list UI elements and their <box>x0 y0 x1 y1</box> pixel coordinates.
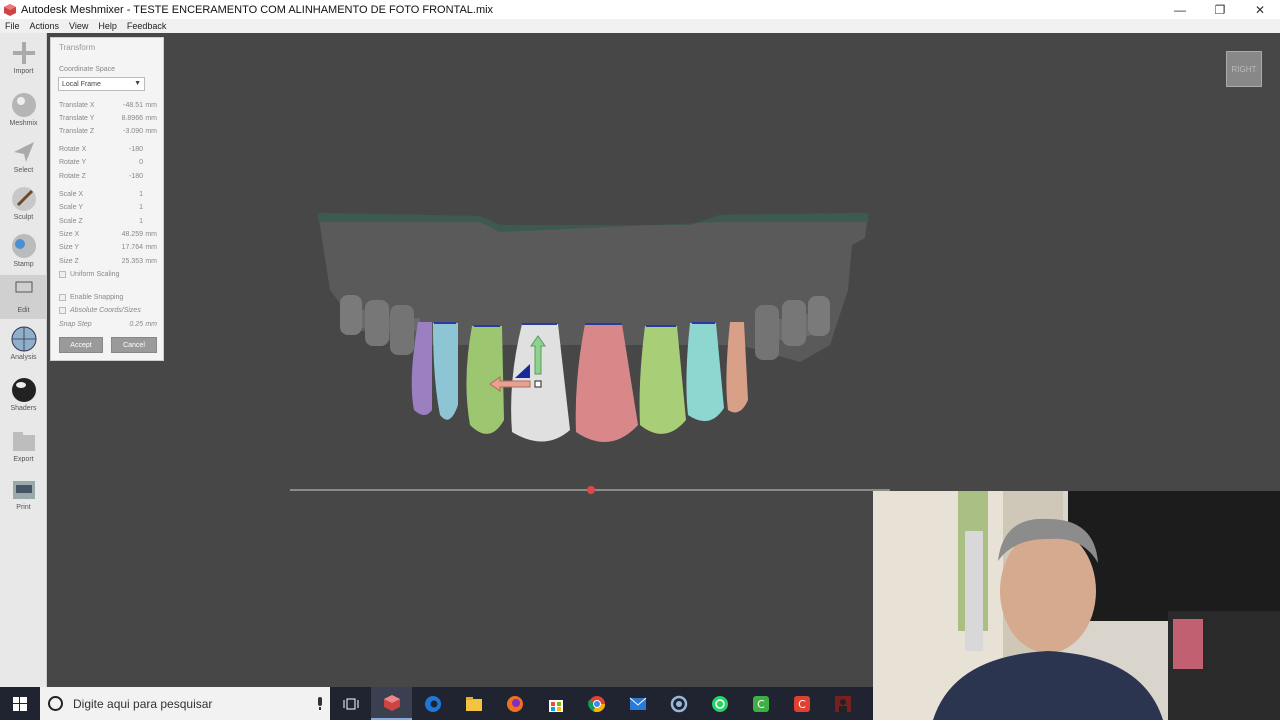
title-bar: Autodesk Meshmixer - TESTE ENCERAMENTO C… <box>0 0 1280 19</box>
field-scale-z[interactable]: Scale Z1 <box>59 216 157 226</box>
tool-import[interactable]: Import <box>0 39 47 75</box>
export-folder-icon <box>12 432 35 451</box>
pivot-dot <box>587 486 595 494</box>
window-title: Autodesk Meshmixer - TESTE ENCERAMENTO C… <box>21 3 494 16</box>
meshmixer-logo-icon <box>4 3 16 16</box>
tool-label: Stamp <box>13 261 34 268</box>
tool-export[interactable]: Export <box>0 427 47 463</box>
edge-icon[interactable] <box>412 687 453 720</box>
menu-file[interactable]: File <box>0 21 25 31</box>
analysis-globe-icon <box>11 326 36 352</box>
left-toolbar: Import Meshmix Select Sculpt Stamp Edit … <box>0 33 47 687</box>
menu-actions[interactable]: Actions <box>25 21 65 31</box>
field-rotate-z[interactable]: Rotate Z -180 <box>59 171 157 181</box>
tool-select[interactable]: Select <box>0 138 47 174</box>
svg-text:C: C <box>798 698 806 711</box>
close-button[interactable]: ✕ <box>1240 0 1280 19</box>
tool-label: Print <box>16 504 31 511</box>
print-icon <box>12 481 35 499</box>
tool-edit[interactable]: Edit <box>0 275 47 319</box>
meshmix-ball-icon <box>11 93 36 117</box>
taskbar-search[interactable]: Digite aqui para pesquisar <box>40 687 330 720</box>
tool-shaders[interactable]: Shaders <box>0 376 47 412</box>
accept-button[interactable]: Accept <box>59 337 103 353</box>
uniform-scaling-checkbox[interactable]: Uniform Scaling <box>59 269 119 279</box>
camtasia-red-icon[interactable]: C <box>781 687 822 720</box>
tool-label: Select <box>13 167 34 174</box>
menu-feedback[interactable]: Feedback <box>122 21 172 31</box>
field-rotate-x[interactable]: Rotate X -180 <box>59 144 157 154</box>
field-size-y[interactable]: Size Y 17.764 mm <box>59 242 157 252</box>
tool-label: Edit <box>17 307 30 314</box>
panel-title: Transform <box>59 43 96 52</box>
windows-logo-icon <box>13 696 27 711</box>
field-rotate-y[interactable]: Rotate Y0 <box>59 157 157 167</box>
file-explorer-icon[interactable] <box>453 687 494 720</box>
field-size-z[interactable]: Size Z 25.353 mm <box>59 256 157 266</box>
field-scale-y[interactable]: Scale Y1 <box>59 202 157 212</box>
presenter-video <box>873 491 1280 720</box>
search-placeholder: Digite aqui para pesquisar <box>73 696 213 711</box>
tool-label: Shaders <box>10 405 37 412</box>
field-scale-x[interactable]: Scale X1 <box>59 189 157 199</box>
absolute-coords-checkbox[interactable]: Absolute Coords/Sizes <box>59 305 141 315</box>
viewcube[interactable]: RIGHT <box>1226 51 1262 87</box>
meshmixer-icon[interactable] <box>371 687 412 720</box>
plus-icon <box>12 42 35 64</box>
minimize-button[interactable]: — <box>1160 0 1200 19</box>
tooth-cyan-left <box>433 323 458 420</box>
tool-stamp[interactable]: Stamp <box>0 232 47 268</box>
menu-view[interactable]: View <box>64 21 93 31</box>
app-swirl-icon[interactable] <box>658 687 699 720</box>
camtasia-green-icon[interactable]: C <box>740 687 781 720</box>
menu-bar: File Actions View Help Feedback <box>0 19 1280 33</box>
tool-sculpt[interactable]: Sculpt <box>0 185 47 221</box>
coordinate-space-select[interactable]: Local Frame ▼ <box>58 77 145 91</box>
shaders-sphere-icon <box>11 378 36 402</box>
task-view-icon[interactable] <box>330 687 371 720</box>
tool-meshmix[interactable]: Meshmix <box>0 91 47 127</box>
tool-label: Sculpt <box>13 214 34 221</box>
webcam-app-icon[interactable] <box>822 687 863 720</box>
field-size-x[interactable]: Size X 48.259 mm <box>59 229 157 239</box>
field-translate-y[interactable]: Translate Y 8.8966 mm <box>59 113 157 123</box>
store-icon[interactable] <box>535 687 576 720</box>
field-translate-x[interactable]: Translate X -48.51 mm <box>59 100 157 110</box>
start-button[interactable] <box>0 687 40 720</box>
dropdown-arrow-icon: ▼ <box>134 80 141 87</box>
tool-analysis[interactable]: Analysis <box>0 325 47 361</box>
tool-label: Analysis <box>10 354 37 361</box>
maximize-button[interactable]: ❐ <box>1200 0 1240 19</box>
chrome-icon[interactable] <box>576 687 617 720</box>
whatsapp-icon[interactable] <box>699 687 740 720</box>
edit-icon <box>12 281 35 304</box>
tool-label: Export <box>13 456 34 463</box>
coordinate-space-label: Coordinate Space <box>59 65 116 73</box>
select-arrow-icon <box>13 142 34 162</box>
tool-label: Import <box>13 68 34 75</box>
transform-panel: Transform Coordinate Space Local Frame ▼ … <box>50 37 164 361</box>
enable-snapping-checkbox[interactable]: Enable Snapping <box>59 292 123 302</box>
firefox-icon[interactable] <box>494 687 535 720</box>
stamp-icon <box>11 234 36 258</box>
sculpt-brush-icon <box>11 187 36 211</box>
mail-icon[interactable] <box>617 687 658 720</box>
cancel-button[interactable]: Cancel <box>111 337 157 353</box>
tool-print[interactable]: Print <box>0 475 47 511</box>
field-snap-step[interactable]: Snap Step 0.25 mm <box>59 319 157 329</box>
windows-taskbar: Digite aqui para pesquisar C C <box>0 687 873 720</box>
menu-help[interactable]: Help <box>93 21 122 31</box>
cortana-circle-icon <box>48 696 63 711</box>
microphone-icon[interactable] <box>310 696 330 711</box>
field-translate-z[interactable]: Translate Z -3.090 mm <box>59 126 157 136</box>
tool-label: Meshmix <box>9 120 38 127</box>
webcam-overlay <box>873 491 1280 720</box>
gizmo-center-handle <box>534 380 542 388</box>
svg-text:C: C <box>757 698 765 711</box>
